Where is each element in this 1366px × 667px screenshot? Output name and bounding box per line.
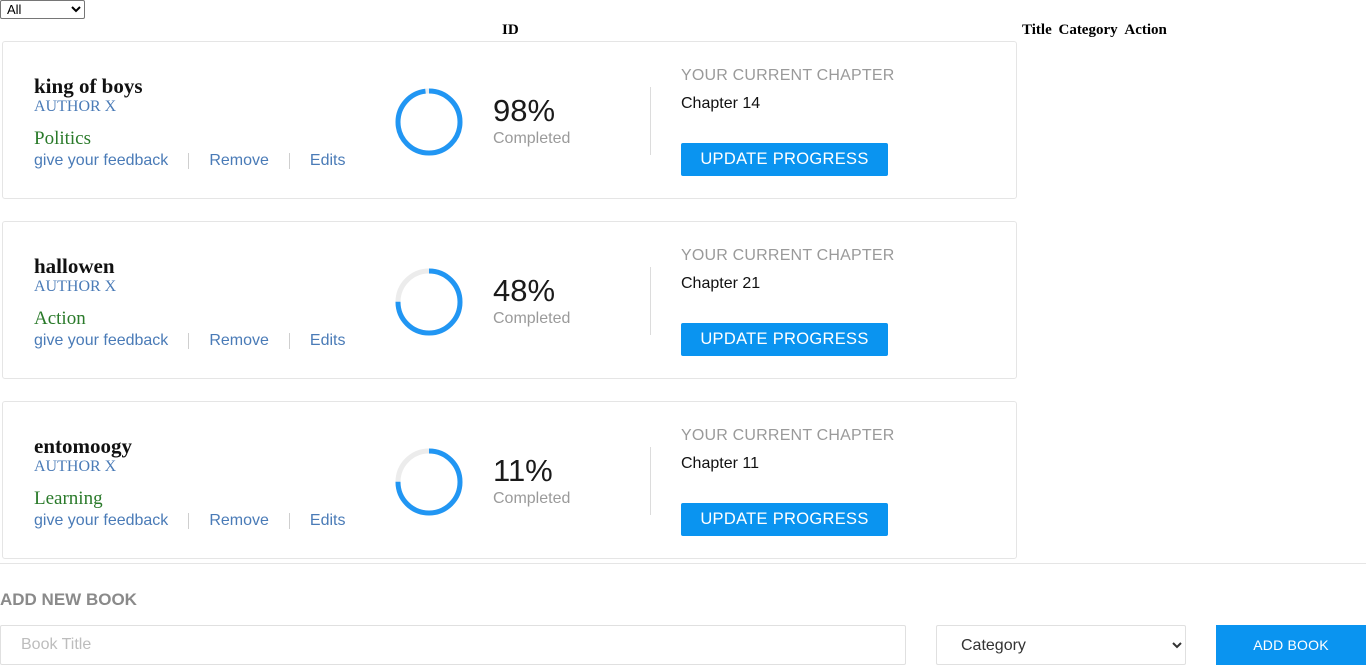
current-chapter: Chapter 14 — [681, 95, 761, 112]
edit-link[interactable]: Edits — [310, 512, 346, 530]
column-header-action: Action — [1124, 22, 1167, 38]
edit-link[interactable]: Edits — [310, 152, 346, 170]
book-category: Learning — [34, 488, 103, 509]
book-author: AUTHOR X — [34, 98, 117, 115]
book-card: hallowen AUTHOR X Action give your feedb… — [2, 221, 1017, 379]
progress-ring — [395, 448, 463, 516]
book-category: Politics — [34, 128, 92, 149]
progress-percent: 98% — [493, 93, 556, 128]
column-headers: Title Category Action — [1022, 22, 1167, 39]
remove-link[interactable]: Remove — [209, 512, 269, 530]
book-actions: give your feedback Remove Edits — [34, 512, 345, 530]
completed-label: Completed — [493, 490, 571, 507]
book-title: hallowen — [34, 254, 115, 278]
completed-label: Completed — [493, 130, 571, 147]
progress-ring — [395, 268, 463, 336]
column-header-id: ID — [502, 22, 519, 38]
current-chapter-label: YOUR CURRENT CHAPTER — [681, 247, 895, 264]
update-progress-button[interactable]: UPDATE PROGRESS — [681, 323, 888, 356]
book-actions: give your feedback Remove Edits — [34, 152, 345, 170]
book-title: king of boys — [34, 74, 143, 98]
add-book-button[interactable]: ADD BOOK — [1216, 625, 1366, 665]
progress-percent: 48% — [493, 273, 556, 308]
current-chapter: Chapter 11 — [681, 455, 759, 472]
category-select[interactable]: Category — [936, 625, 1186, 665]
remove-link[interactable]: Remove — [209, 332, 269, 350]
book-card: king of boys AUTHOR X Politics give your… — [2, 41, 1017, 199]
column-header-category: Category — [1058, 22, 1118, 38]
progress-ring — [395, 88, 463, 156]
completed-label: Completed — [493, 310, 571, 327]
feedback-link[interactable]: give your feedback — [34, 152, 168, 170]
link-divider — [288, 513, 290, 529]
vertical-divider — [650, 87, 651, 155]
link-divider — [288, 333, 290, 349]
add-book-heading: ADD NEW BOOK — [0, 590, 137, 609]
book-author: AUTHOR X — [34, 458, 117, 475]
feedback-link[interactable]: give your feedback — [34, 332, 168, 350]
feedback-link[interactable]: give your feedback — [34, 512, 168, 530]
column-header-title: Title — [1022, 22, 1052, 38]
edit-link[interactable]: Edits — [310, 332, 346, 350]
book-author: AUTHOR X — [34, 278, 117, 295]
filter-select[interactable]: All — [0, 0, 85, 19]
current-chapter-label: YOUR CURRENT CHAPTER — [681, 427, 895, 444]
book-title: entomoogy — [34, 434, 132, 458]
vertical-divider — [650, 267, 651, 335]
link-divider — [188, 513, 190, 529]
link-divider — [288, 153, 290, 169]
book-actions: give your feedback Remove Edits — [34, 332, 345, 350]
book-card: entomoogy AUTHOR X Learning give your fe… — [2, 401, 1017, 559]
link-divider — [188, 153, 190, 169]
update-progress-button[interactable]: UPDATE PROGRESS — [681, 503, 888, 536]
current-chapter: Chapter 21 — [681, 275, 761, 292]
vertical-divider — [650, 447, 651, 515]
book-title-input[interactable] — [0, 625, 906, 665]
current-chapter-label: YOUR CURRENT CHAPTER — [681, 67, 895, 84]
section-divider — [0, 563, 1366, 564]
progress-percent: 11% — [493, 453, 553, 488]
progress-ring-fill — [395, 88, 463, 156]
link-divider — [188, 333, 190, 349]
update-progress-button[interactable]: UPDATE PROGRESS — [681, 143, 888, 176]
book-category: Action — [34, 308, 86, 329]
remove-link[interactable]: Remove — [209, 152, 269, 170]
